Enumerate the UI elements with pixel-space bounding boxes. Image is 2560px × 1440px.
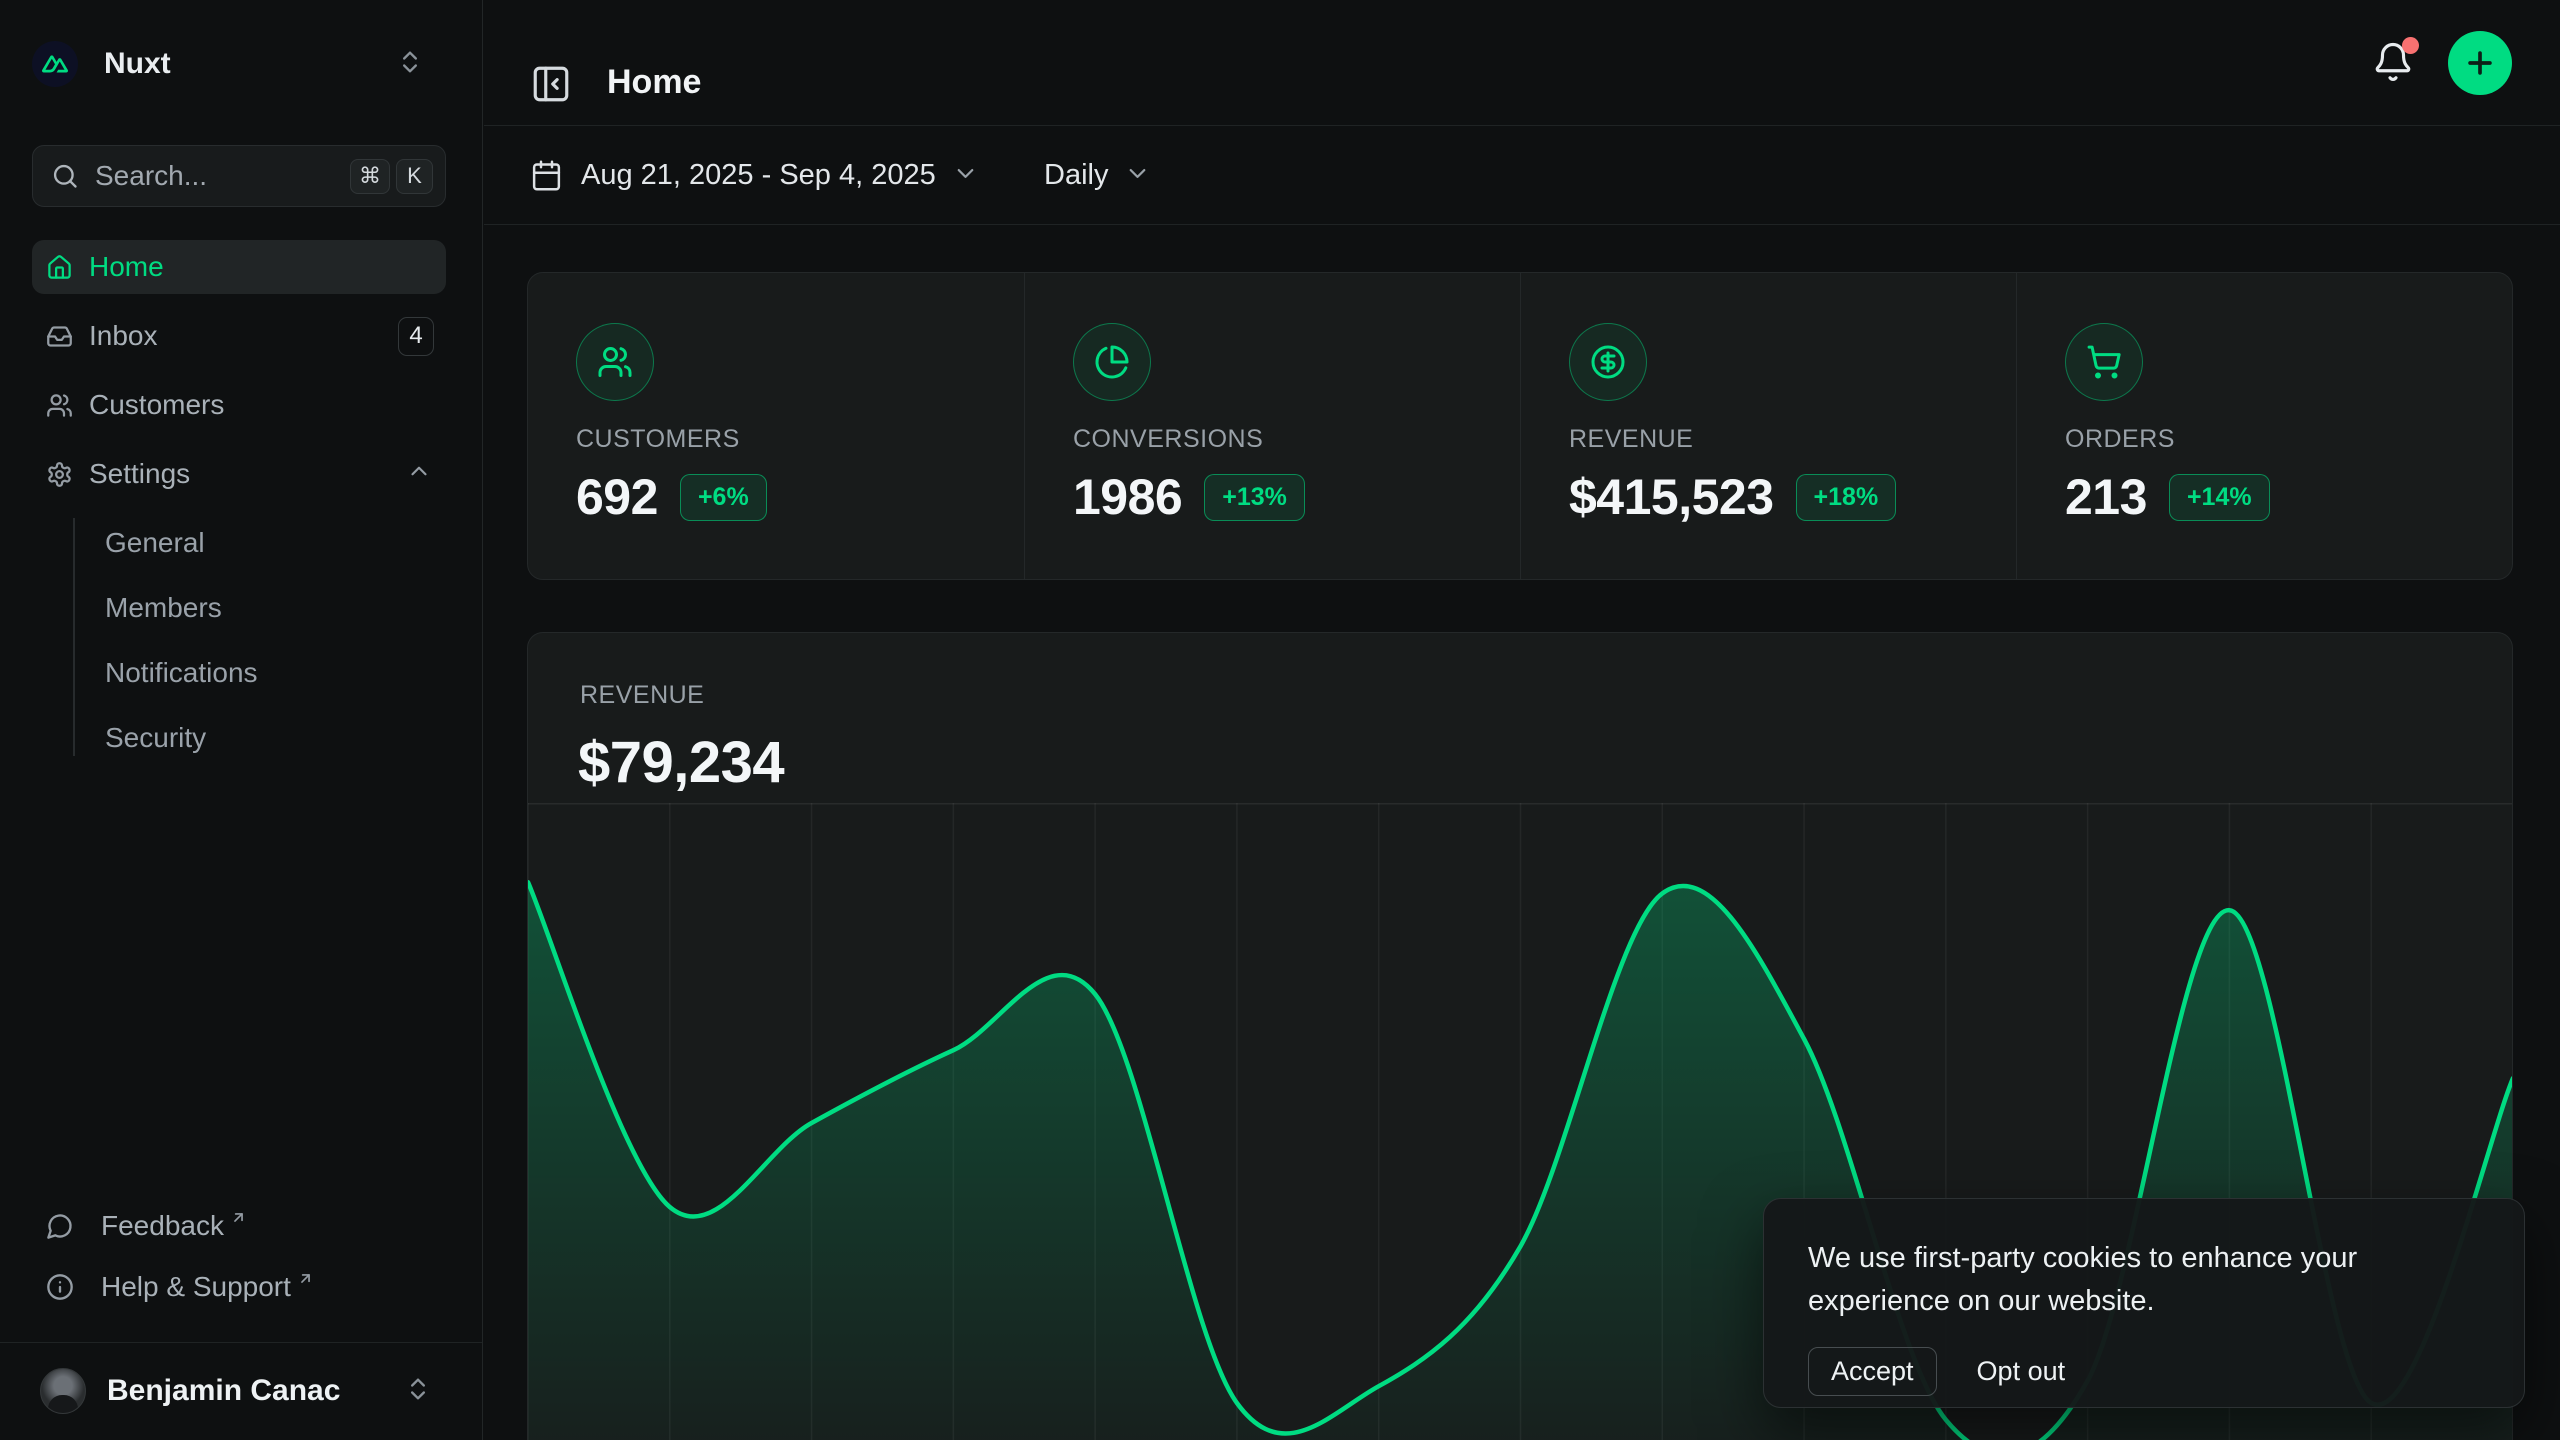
- inbox-icon: [46, 323, 73, 350]
- revenue-chart-label: REVENUE: [580, 681, 704, 710]
- main-area: Home Aug 21, 2025 - Sep 4, 2025 Daily: [484, 0, 2560, 1440]
- sidebar-subitem-label: General: [105, 527, 205, 559]
- date-range-value: Aug 21, 2025 - Sep 4, 2025: [581, 159, 936, 192]
- accept-cookies-button[interactable]: Accept: [1808, 1347, 1937, 1396]
- stat-value: 692: [576, 468, 658, 526]
- pie-chart-icon: [1073, 323, 1151, 401]
- sidebar-item-label: Home: [89, 251, 164, 283]
- chevrons-up-down-icon: [404, 1375, 432, 1408]
- shopping-cart-icon: [2065, 323, 2143, 401]
- sidebar: Nuxt Search... ⌘ K Home Inbox 4 Cust: [0, 0, 483, 1440]
- user-menu[interactable]: Benjamin Canac: [32, 1362, 446, 1420]
- sidebar-item-settings[interactable]: Settings: [32, 447, 446, 501]
- stat-delta-badge: +6%: [680, 474, 767, 521]
- page-title: Home: [607, 63, 701, 102]
- chevrons-up-down-icon: [396, 48, 424, 81]
- message-circle-icon: [46, 1212, 74, 1240]
- sidebar-divider: [0, 1342, 482, 1343]
- sidebar-item-security[interactable]: Security: [105, 711, 446, 764]
- sidebar-item-label: Settings: [89, 458, 190, 490]
- stats-card: CUSTOMERS 692 +6% CONVERSIONS 1986 +13%: [527, 272, 2513, 580]
- sidebar-nav: Home Inbox 4 Customers Settings General …: [32, 240, 446, 776]
- stat-customers[interactable]: CUSTOMERS 692 +6%: [528, 273, 1024, 579]
- sidebar-collapse-icon[interactable]: [530, 63, 572, 105]
- granularity-select[interactable]: Daily: [1044, 126, 1151, 225]
- house-icon: [46, 254, 73, 281]
- top-header: Home: [484, 0, 2560, 126]
- filter-toolbar: Aug 21, 2025 - Sep 4, 2025 Daily: [484, 126, 2560, 225]
- help-support-link[interactable]: Help & Support: [32, 1261, 446, 1313]
- kbd-cmd: ⌘: [350, 159, 390, 194]
- stat-label: ORDERS: [2065, 425, 2512, 454]
- settings-children: General Members Notifications Security: [32, 516, 446, 764]
- feedback-label: Feedback: [101, 1210, 224, 1242]
- notifications-button[interactable]: [2372, 41, 2416, 85]
- sidebar-item-inbox[interactable]: Inbox 4: [32, 309, 446, 363]
- user-name: Benjamin Canac: [107, 1374, 340, 1408]
- sidebar-item-notifications[interactable]: Notifications: [105, 646, 446, 699]
- chevron-down-icon: [952, 160, 979, 192]
- stat-revenue[interactable]: REVENUE $415,523 +18%: [1520, 273, 2016, 579]
- cookie-banner: We use first-party cookies to enhance yo…: [1763, 1198, 2525, 1408]
- users-icon: [576, 323, 654, 401]
- stat-value: 1986: [1073, 468, 1182, 526]
- sidebar-item-label: Inbox: [89, 320, 158, 352]
- stat-label: CUSTOMERS: [576, 425, 1024, 454]
- search-icon: [51, 162, 79, 190]
- inbox-count-badge: 4: [398, 317, 434, 356]
- revenue-chart-value: $79,234: [578, 729, 784, 796]
- add-button[interactable]: [2448, 31, 2512, 95]
- date-range-picker[interactable]: Aug 21, 2025 - Sep 4, 2025: [530, 126, 979, 225]
- chevron-down-icon: [1124, 160, 1151, 192]
- search-placeholder: Search...: [95, 160, 344, 192]
- dashboard-app: Nuxt Search... ⌘ K Home Inbox 4 Cust: [0, 0, 2560, 1440]
- stat-value: 213: [2065, 468, 2147, 526]
- stat-value: $415,523: [1569, 468, 1774, 526]
- stat-label: CONVERSIONS: [1073, 425, 1520, 454]
- calendar-icon: [530, 159, 563, 192]
- sidebar-footer: Feedback Help & Support: [32, 1200, 446, 1322]
- sidebar-item-label: Customers: [89, 389, 224, 421]
- stat-delta-badge: +18%: [1796, 474, 1897, 521]
- search-input[interactable]: Search... ⌘ K: [32, 145, 446, 207]
- help-support-label: Help & Support: [101, 1271, 291, 1303]
- stat-orders[interactable]: ORDERS 213 +14%: [2016, 273, 2512, 579]
- gear-icon: [46, 461, 73, 488]
- feedback-link[interactable]: Feedback: [32, 1200, 446, 1252]
- stat-label: REVENUE: [1569, 425, 2016, 454]
- sidebar-item-customers[interactable]: Customers: [32, 378, 446, 432]
- sidebar-item-home[interactable]: Home: [32, 240, 446, 294]
- chevron-up-icon: [406, 458, 432, 491]
- notification-dot: [2402, 37, 2419, 54]
- kbd-k: K: [396, 159, 433, 194]
- circle-dollar-icon: [1569, 323, 1647, 401]
- granularity-value: Daily: [1044, 159, 1108, 192]
- users-icon: [46, 392, 73, 419]
- sidebar-subitem-label: Members: [105, 592, 222, 624]
- sidebar-item-members[interactable]: Members: [105, 581, 446, 634]
- external-link-icon: [297, 1262, 314, 1294]
- workspace-name: Nuxt: [104, 47, 171, 81]
- info-circle-icon: [46, 1273, 74, 1301]
- sidebar-subitem-label: Notifications: [105, 657, 258, 689]
- sidebar-subitem-label: Security: [105, 722, 206, 754]
- stat-delta-badge: +13%: [1204, 474, 1305, 521]
- nuxt-logo-icon: [32, 41, 78, 87]
- stat-delta-badge: +14%: [2169, 474, 2270, 521]
- external-link-icon: [230, 1201, 247, 1233]
- user-avatar: [40, 1368, 86, 1414]
- cookie-message: We use first-party cookies to enhance yo…: [1808, 1237, 2458, 1323]
- workspace-switcher[interactable]: Nuxt: [32, 38, 446, 90]
- stat-conversions[interactable]: CONVERSIONS 1986 +13%: [1024, 273, 1520, 579]
- opt-out-button[interactable]: Opt out: [1977, 1356, 2066, 1387]
- plus-icon: [2463, 46, 2497, 80]
- sidebar-item-general[interactable]: General: [105, 516, 446, 569]
